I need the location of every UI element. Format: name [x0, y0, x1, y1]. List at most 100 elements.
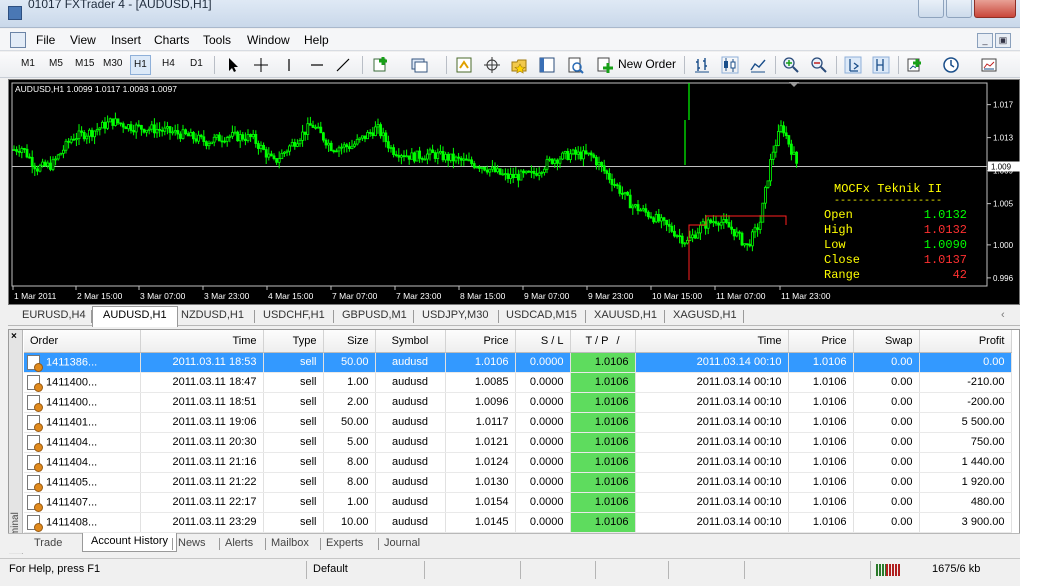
column-header[interactable]: T / P / — [570, 330, 636, 353]
tab-separator — [219, 538, 220, 550]
tab-separator — [265, 538, 266, 550]
maximize-button[interactable] — [946, 0, 972, 18]
table-row[interactable]: 1411407... 2011.03.11 22:17 sell 1.00 audusd… — [24, 492, 1012, 513]
tab-separator — [743, 310, 744, 323]
data-window-icon[interactable] — [483, 56, 501, 74]
column-header[interactable]: Swap — [853, 330, 920, 353]
order-id: 1411404... — [46, 455, 98, 468]
timeframe-m5[interactable]: M5 — [49, 58, 63, 69]
chart-tab[interactable]: USDCHF,H1 — [263, 309, 325, 321]
auto-scroll-icon[interactable] — [844, 56, 862, 74]
column-header[interactable]: Price — [788, 330, 854, 353]
table-row[interactable]: 1411408... 2011.03.11 23:29 sell 10.00 audus… — [24, 512, 1012, 533]
menu-help[interactable]: Help — [304, 33, 329, 47]
zoom-out-icon[interactable] — [810, 56, 828, 74]
close-button[interactable] — [974, 0, 1016, 18]
candle-body — [412, 152, 416, 162]
candle-body — [503, 173, 507, 176]
table-row[interactable]: 1411404... 2011.03.11 21:16 sell 8.00 audusd… — [24, 452, 1012, 473]
timeframe-m1[interactable]: M1 — [21, 58, 35, 69]
menu-insert[interactable]: Insert — [111, 33, 141, 47]
chart-window-icon[interactable] — [10, 32, 26, 48]
crosshair-icon[interactable] — [252, 56, 270, 74]
terminal-tab[interactable]: Account History — [82, 533, 178, 552]
trendline-icon[interactable] — [334, 56, 352, 74]
new-order-icon[interactable] — [596, 56, 614, 74]
cursor-icon[interactable] — [224, 56, 242, 74]
menu-view[interactable]: View — [70, 33, 96, 47]
table-cell: 1.0121 — [445, 432, 516, 453]
table-row[interactable]: 1411401... 2011.03.11 19:06 sell 50.00 audus… — [24, 412, 1012, 433]
strategy-tester-icon[interactable] — [566, 56, 584, 74]
chart-tab[interactable]: NZDUSD,H1 — [181, 309, 244, 321]
table-row[interactable]: 1411405... 2011.03.11 21:22 sell 8.00 audusd… — [24, 472, 1012, 493]
column-header[interactable]: Symbol — [375, 330, 446, 353]
mdi-minimize-button[interactable]: _ — [977, 33, 993, 48]
timeframe-m15[interactable]: M15 — [75, 58, 94, 69]
new-chart-icon[interactable] — [372, 56, 390, 74]
terminal-tab[interactable]: Trade — [34, 537, 62, 549]
minimize-button[interactable] — [918, 0, 944, 18]
column-header[interactable]: Time — [635, 330, 789, 353]
column-header[interactable]: Time — [140, 330, 264, 353]
column-header[interactable]: Order — [24, 330, 141, 353]
bar-chart-icon[interactable] — [693, 56, 711, 74]
terminal-icon[interactable] — [538, 56, 556, 74]
column-header[interactable]: S / L — [515, 330, 571, 353]
menu-window[interactable]: Window — [247, 33, 290, 47]
table-row[interactable]: 1411404... 2011.03.11 20:30 sell 5.00 audusd… — [24, 432, 1012, 453]
horizontal-line-icon[interactable] — [308, 56, 326, 74]
terminal-tab[interactable]: Mailbox — [271, 537, 309, 549]
chart-tab[interactable]: USDJPY,M30 — [422, 309, 488, 321]
profiles-icon[interactable] — [410, 56, 428, 74]
chart-tab[interactable]: EURUSD,H4 — [22, 309, 86, 321]
periods-clock-icon[interactable] — [942, 56, 960, 74]
timeframe-h4[interactable]: H4 — [162, 58, 175, 69]
timeframe-h1[interactable]: H1 — [130, 55, 151, 75]
chart-window[interactable]: 1.0171.0131.0091.0051.0000.9961.0091 Mar… — [8, 79, 1020, 305]
time-tick-label: 1 Mar 2011 — [14, 291, 57, 301]
connection-status-icon[interactable] — [876, 564, 900, 576]
price-chart[interactable]: 1.0171.0131.0091.0051.0000.9961.0091 Mar… — [9, 80, 1020, 306]
tab-separator — [413, 310, 414, 323]
terminal-tab[interactable]: Experts — [326, 537, 363, 549]
column-header[interactable]: Price — [445, 330, 516, 353]
table-row[interactable]: 1411400... 2011.03.11 18:47 sell 1.00 audusd… — [24, 372, 1012, 393]
table-row[interactable]: 1411400... 2011.03.11 18:51 sell 2.00 audusd… — [24, 392, 1012, 413]
timeframe-d1[interactable]: D1 — [190, 58, 203, 69]
menu-file[interactable]: File — [36, 33, 55, 47]
column-header[interactable]: Size — [323, 330, 376, 353]
zoom-in-icon[interactable] — [782, 56, 800, 74]
chart-tab[interactable]: XAGUSD,H1 — [673, 309, 737, 321]
vertical-line-icon[interactable] — [280, 56, 298, 74]
mdi-restore-button[interactable]: ▣ — [995, 33, 1011, 48]
sell-order-icon — [27, 414, 43, 431]
menu-tools[interactable]: Tools — [203, 33, 231, 47]
close-terminal-icon[interactable]: × — [11, 331, 17, 342]
column-header[interactable]: Type — [263, 330, 324, 353]
candle-body — [212, 136, 216, 143]
indicators-icon[interactable] — [906, 56, 924, 74]
chart-tab[interactable]: XAUUSD,H1 — [594, 309, 657, 321]
market-watch-icon[interactable] — [455, 56, 473, 74]
tab-scroll-right-icon[interactable]: ‹ — [1001, 309, 1005, 321]
navigator-icon[interactable] — [510, 56, 528, 74]
column-header[interactable]: Profit — [919, 330, 1012, 353]
templates-icon[interactable] — [980, 56, 998, 74]
terminal-tab[interactable]: Journal — [384, 537, 420, 549]
chart-tab[interactable]: USDCAD,M15 — [506, 309, 577, 321]
table-row[interactable]: 1411386... 2011.03.11 18:53 sell 50.00 audus… — [24, 352, 1012, 373]
timeframe-m30[interactable]: M30 — [103, 58, 122, 69]
candle-body — [602, 165, 606, 172]
terminal-tab[interactable]: Alerts — [225, 537, 253, 549]
menu-charts[interactable]: Charts — [154, 33, 189, 47]
chart-tab[interactable]: GBPUSD,M1 — [342, 309, 407, 321]
new-order-button[interactable]: New Order — [618, 57, 676, 71]
candlestick-icon[interactable] — [721, 56, 739, 74]
order-id: 1411405... — [46, 475, 98, 488]
table-cell: 1.0106 — [570, 392, 636, 413]
line-chart-icon[interactable] — [749, 56, 767, 74]
chart-shift-icon[interactable] — [872, 56, 890, 74]
terminal-tab[interactable]: News — [178, 537, 206, 549]
chart-tab-active[interactable]: AUDUSD,H1 — [92, 306, 178, 327]
